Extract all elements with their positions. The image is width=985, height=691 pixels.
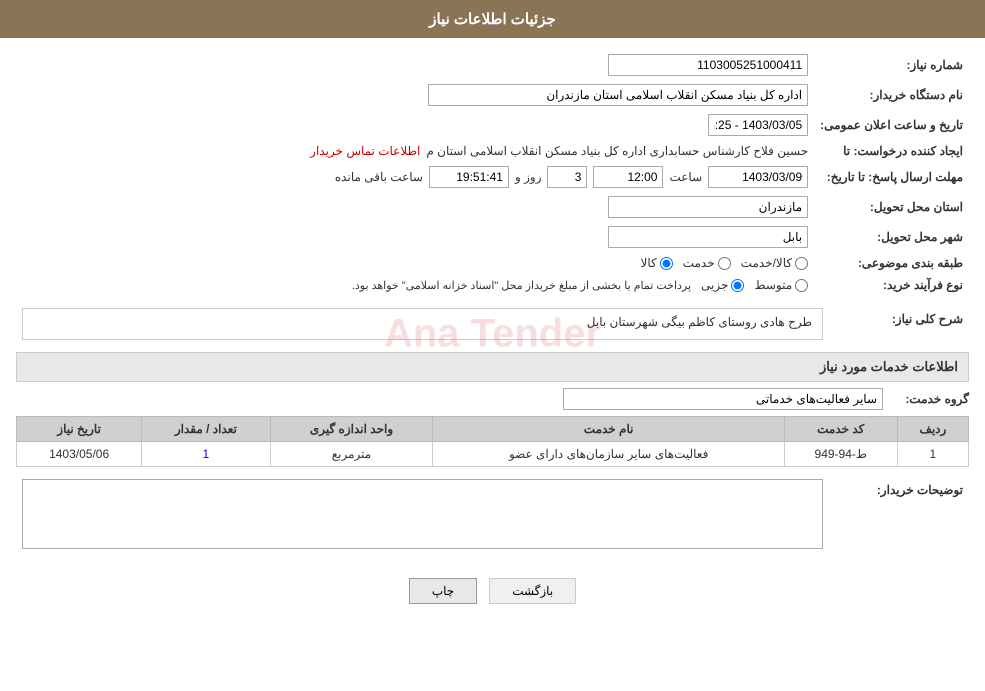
page-wrapper: جزئیات اطلاعات نیاز Ana Tender شماره نیا… bbox=[0, 0, 985, 691]
description-box: طرح هادی روستای کاظم بیگی شهرستان بابل bbox=[22, 308, 823, 340]
description-label: شرح کلی نیاز: bbox=[829, 304, 969, 344]
radio-kala-khedmat[interactable]: کالا/خدمت bbox=[741, 256, 808, 270]
service-table: ردیف کد خدمت نام خدمت واحد اندازه گیری ت… bbox=[16, 416, 969, 467]
number-value bbox=[210, 50, 814, 80]
page-header: جزئیات اطلاعات نیاز bbox=[0, 0, 985, 38]
radio-jozee[interactable]: جزیی bbox=[701, 278, 744, 292]
page-title: جزئیات اطلاعات نیاز bbox=[429, 11, 556, 28]
services-header: اطلاعات خدمات مورد نیاز bbox=[16, 352, 969, 382]
service-group-input[interactable] bbox=[563, 388, 883, 410]
cell-code: ط-94-949 bbox=[784, 442, 897, 467]
notes-table: توضیحات خریدار: bbox=[16, 475, 969, 556]
cell-name: فعالیت‌های سایر سازمان‌های دارای عضو bbox=[433, 442, 784, 467]
deadline-time-input[interactable] bbox=[593, 166, 663, 188]
creator-label: ایجاد کننده درخواست: تا bbox=[814, 140, 969, 162]
description-value: طرح هادی روستای کاظم بیگی شهرستان بابل bbox=[587, 315, 812, 329]
number-input[interactable] bbox=[608, 54, 808, 76]
footer-buttons: بازگشت چاپ bbox=[16, 564, 969, 618]
province-label: استان محل تحویل: bbox=[814, 192, 969, 222]
col-code: کد خدمت bbox=[784, 417, 897, 442]
col-unit: واحد اندازه گیری bbox=[270, 417, 433, 442]
radio-khedmat[interactable]: خدمت bbox=[683, 256, 731, 270]
col-name: نام خدمت bbox=[433, 417, 784, 442]
purchase-type-label: نوع فرآیند خرید: bbox=[814, 274, 969, 296]
print-button[interactable]: چاپ bbox=[409, 578, 477, 604]
deadline-label: مهلت ارسال پاسخ: تا تاریخ: bbox=[814, 162, 969, 192]
content-area: Ana Tender شماره نیاز: نام دستگاه خریدار… bbox=[0, 38, 985, 630]
radio-kala[interactable]: کالا bbox=[641, 256, 673, 270]
col-date: تاریخ نیاز bbox=[17, 417, 142, 442]
service-group-label: گروه خدمت: bbox=[889, 392, 969, 406]
back-button[interactable]: بازگشت bbox=[489, 578, 576, 604]
notes-textarea[interactable] bbox=[22, 479, 823, 549]
province-input[interactable] bbox=[608, 196, 808, 218]
radio-motavaset[interactable]: متوسط bbox=[754, 278, 808, 292]
number-label: شماره نیاز: bbox=[814, 50, 969, 80]
buyer-input[interactable] bbox=[428, 84, 808, 106]
deadline-clock-input[interactable] bbox=[429, 166, 509, 188]
creator-value: حسین فلاح کارشناس حسابداری اداره کل بنیا… bbox=[426, 144, 808, 158]
cell-row: 1 bbox=[897, 442, 968, 467]
notes-label: توضیحات خریدار: bbox=[829, 475, 969, 556]
cell-date: 1403/05/06 bbox=[17, 442, 142, 467]
col-row: ردیف bbox=[897, 417, 968, 442]
purchase-note: پرداخت تمام یا بخشی از مبلغ خریداز محل "… bbox=[352, 279, 691, 292]
time-label: ساعت bbox=[669, 170, 702, 184]
announce-label: تاریخ و ساعت اعلان عمومی: bbox=[814, 110, 969, 140]
remaining-label: ساعت باقی مانده bbox=[335, 170, 423, 184]
cell-qty: 1 bbox=[142, 442, 270, 467]
announce-date-input[interactable] bbox=[708, 114, 808, 136]
info-table: شماره نیاز: نام دستگاه خریدار: تاریخ و س… bbox=[16, 50, 969, 296]
category-label: طبقه بندی موضوعی: bbox=[814, 252, 969, 274]
city-input[interactable] bbox=[608, 226, 808, 248]
deadline-date-input[interactable] bbox=[708, 166, 808, 188]
buyer-label: نام دستگاه خریدار: bbox=[814, 80, 969, 110]
cell-unit: مترمربع bbox=[270, 442, 433, 467]
contact-link[interactable]: اطلاعات تماس خریدار bbox=[310, 144, 420, 158]
table-row: 1 ط-94-949 فعالیت‌های سایر سازمان‌های دا… bbox=[17, 442, 969, 467]
service-group-row: گروه خدمت: bbox=[16, 388, 969, 410]
col-qty: تعداد / مقدار bbox=[142, 417, 270, 442]
city-label: شهر محل تحویل: bbox=[814, 222, 969, 252]
deadline-days-input[interactable] bbox=[547, 166, 587, 188]
buyer-value bbox=[16, 80, 814, 110]
rooz-label: روز و bbox=[515, 170, 542, 184]
description-table: شرح کلی نیاز: طرح هادی روستای کاظم بیگی … bbox=[16, 304, 969, 344]
